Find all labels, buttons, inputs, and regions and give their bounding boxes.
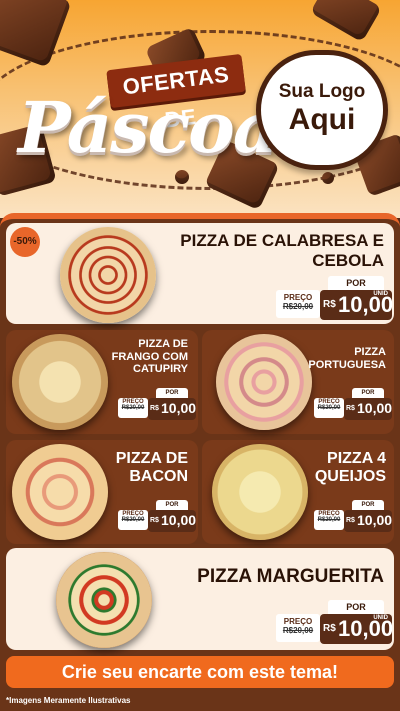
price-tag: POR PREÇO R$20,00 R$ 10,00: [314, 388, 392, 422]
price-tag: POR PREÇO R$20,00 R$ 10,00: [118, 500, 196, 534]
pizza-frango-image: [12, 334, 108, 430]
product-name-line2: PORTUGUESA: [308, 358, 386, 371]
discount-badge: -50%: [10, 227, 40, 257]
product-name-line2: QUEIJOS: [314, 468, 386, 486]
product-name-line3: CATUPIRY: [133, 363, 188, 376]
chocolate-piece-decoration: [310, 0, 382, 43]
preco-box: PREÇO R$20,00: [276, 614, 320, 642]
preco-box: PREÇO R$20,00: [118, 510, 148, 530]
por-label: POR: [352, 388, 384, 398]
product-card-calabresa[interactable]: -50% PIZZA DE CALABRESA E CEBOLA POR PRE…: [6, 223, 394, 324]
por-label: POR: [156, 500, 188, 510]
product-card-bacon[interactable]: PIZZA DE BACON POR PREÇO R$20,00 R$ 10,0…: [6, 440, 198, 544]
new-price-box: R$ 10,00 UNID: [320, 290, 393, 320]
por-label: POR: [328, 276, 384, 290]
new-price-box: R$ 10,00: [148, 510, 196, 532]
pizza-portuguesa-image: [216, 334, 312, 430]
unit-label: UNID: [373, 291, 388, 297]
old-price: R$20,00: [317, 517, 341, 523]
product-name-line1: PIZZA: [354, 346, 386, 358]
product-name: PIZZA MARGUERITA: [197, 566, 384, 588]
por-label: POR: [156, 388, 188, 398]
old-price: R$20,00: [282, 626, 314, 635]
pizza-marguerita-image: [56, 552, 152, 648]
preco-box: PREÇO R$20,00: [314, 398, 344, 418]
preco-label: PREÇO: [283, 293, 313, 302]
product-name: PIZZA DE FRANGO COM CATUPIRY: [112, 338, 188, 376]
currency: R$: [346, 405, 355, 412]
currency: R$: [323, 623, 336, 634]
price-tag: POR PREÇO R$20,00 R$ 10,00: [314, 500, 392, 534]
product-card-marguerita[interactable]: PIZZA MARGUERITA POR PREÇO R$20,00 R$ 10…: [6, 548, 394, 650]
unit-label: UNID: [373, 615, 388, 621]
product-name-line1: PIZZA DE: [138, 338, 188, 350]
preco-box: PREÇO R$20,00: [118, 398, 148, 418]
cta-button[interactable]: Crie seu encarte com este tema!: [6, 656, 394, 688]
new-price: 10,00: [161, 512, 197, 528]
preco-box: PREÇO R$20,00: [314, 510, 344, 530]
old-price: R$20,00: [282, 302, 314, 311]
preco-box: PREÇO R$20,00: [276, 290, 320, 318]
product-name-line1: PIZZA MARGUERITA: [197, 566, 384, 587]
product-name-line1: PIZZA DE CALABRESA E: [180, 231, 384, 250]
product-name: PIZZA DE BACON: [116, 450, 188, 487]
currency: R$: [323, 299, 336, 310]
product-card-frango[interactable]: PIZZA DE FRANGO COM CATUPIRY POR PREÇO R…: [6, 330, 198, 434]
product-name-line2: CEBOLA: [312, 250, 384, 270]
pizza-calabresa-image: [60, 227, 156, 323]
logo-placeholder: Sua Logo Aqui: [256, 50, 388, 170]
old-price: R$20,00: [121, 405, 145, 411]
product-name: PIZZA PORTUGUESA: [308, 346, 386, 371]
preco-label: PREÇO: [283, 617, 313, 626]
header-banner: OFERTAS DE Páscoa Sua Logo Aqui: [0, 0, 400, 218]
new-price-box: R$ 10,00: [148, 398, 196, 420]
currency: R$: [150, 405, 159, 412]
product-name: PIZZA DE CALABRESA E CEBOLA: [180, 231, 384, 270]
product-name-line1: PIZZA 4: [327, 450, 386, 467]
pizza-4-queijos-image: [212, 444, 308, 540]
old-price: R$20,00: [317, 405, 341, 411]
price-tag: POR PREÇO R$20,00 R$ 10,00: [118, 388, 196, 422]
product-name: PIZZA 4 QUEIJOS: [315, 450, 386, 487]
price-tag: POR PREÇO R$20,00 R$ 10,00 UNID: [276, 600, 393, 646]
por-label: POR: [328, 600, 384, 614]
new-price-box: R$ 10,00: [344, 398, 392, 420]
product-card-portuguesa[interactable]: PIZZA PORTUGUESA POR PREÇO R$20,00 R$ 10…: [202, 330, 394, 434]
por-label: POR: [352, 500, 384, 510]
product-name-line2: FRANGO COM: [111, 350, 188, 363]
product-card-4-queijos[interactable]: PIZZA 4 QUEIJOS POR PREÇO R$20,00 R$ 10,…: [202, 440, 394, 544]
logo-line1: Sua Logo: [278, 81, 366, 102]
currency: R$: [150, 517, 159, 524]
title-main: Páscoa: [18, 86, 278, 169]
new-price: 10,00: [161, 400, 197, 416]
new-price-box: R$ 10,00 UNID: [320, 614, 393, 644]
new-price: 10,00: [357, 400, 393, 416]
old-price: R$20,00: [121, 517, 145, 523]
disclaimer-text: *Imagens Meramente Ilustrativas: [6, 696, 131, 705]
price-tag: POR PREÇO R$20,00 R$ 10,00 UNID: [276, 276, 393, 322]
logo-line2: Aqui: [288, 103, 356, 136]
pizza-bacon-image: [12, 444, 108, 540]
product-name-line1: PIZZA DE: [115, 450, 188, 467]
new-price-box: R$ 10,00: [344, 510, 392, 532]
currency: R$: [346, 517, 355, 524]
new-price: 10,00: [357, 512, 393, 528]
product-name-line2: BACON: [129, 468, 188, 486]
